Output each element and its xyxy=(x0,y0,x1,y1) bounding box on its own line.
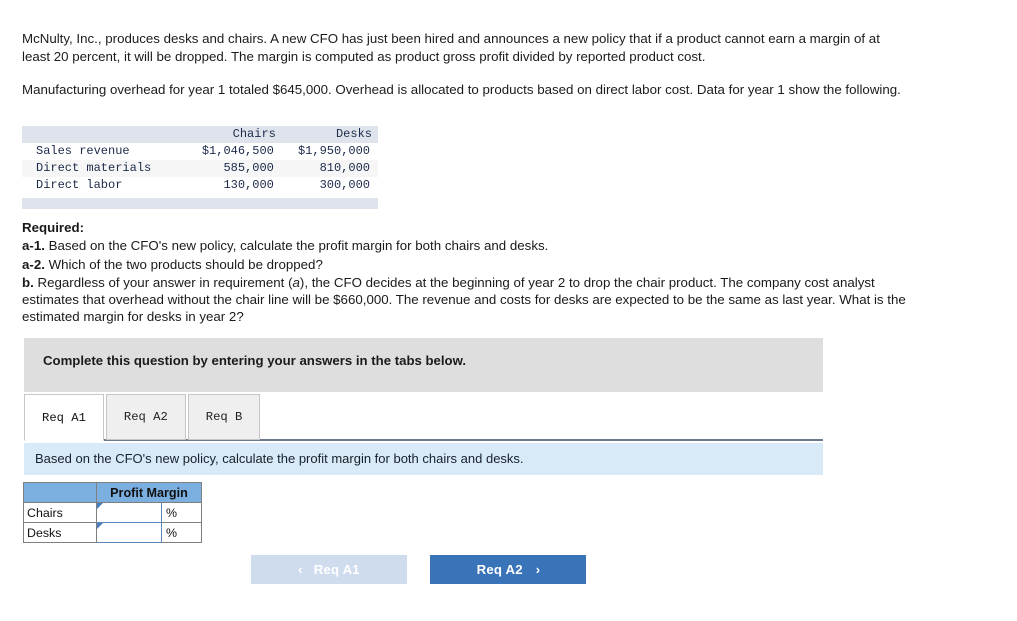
tab-strip: Req A1 Req A2 Req B xyxy=(24,394,262,441)
desks-percent-unit: % xyxy=(161,522,202,543)
requirement-b-text-part1: Regardless of your answer in requirement… xyxy=(33,274,293,290)
sub-instruction-text: Based on the CFO's new policy, calculate… xyxy=(35,451,524,466)
answer-table-body: Chairs % Desks % xyxy=(23,502,202,543)
problem-paragraph-2: Manufacturing overhead for year 1 totale… xyxy=(22,82,901,97)
data-table-head: Chairs Desks xyxy=(22,126,378,143)
data-row-chairs-direct-materials: 585,000 xyxy=(185,160,282,177)
answer-table-header-profit-margin: Profit Margin xyxy=(96,482,202,503)
data-row-label-sales-revenue: Sales revenue xyxy=(22,143,186,160)
data-table-header-chairs: Chairs xyxy=(185,126,282,143)
prev-req-a1-button[interactable]: ‹ Req A1 xyxy=(251,555,407,584)
requirement-a1: a-1. Based on the CFO's new policy, calc… xyxy=(22,237,907,254)
requirement-b-label: b. xyxy=(22,274,34,290)
requirement-a1-label: a-1. xyxy=(22,238,45,254)
data-table-header-row: Chairs Desks xyxy=(22,126,378,143)
data-row-desks-direct-labor: 300,000 xyxy=(281,177,378,194)
cell-marker-icon xyxy=(97,523,103,529)
desks-margin-input[interactable] xyxy=(97,523,161,542)
data-row-desks-sales-revenue: $1,950,000 xyxy=(281,143,378,160)
answer-table-header-row: Profit Margin xyxy=(23,482,202,503)
data-table-footer-bar xyxy=(22,198,378,209)
table-row: Direct labor 130,000 300,000 xyxy=(22,177,378,194)
desks-margin-cell[interactable] xyxy=(96,522,162,543)
tab-navigation: ‹ Req A1 Req A2 › xyxy=(251,555,587,584)
data-row-desks-direct-materials: 810,000 xyxy=(281,160,378,177)
data-row-chairs-direct-labor: 130,000 xyxy=(185,177,282,194)
data-table: Chairs Desks Sales revenue $1,046,500 $1… xyxy=(22,126,378,194)
requirement-a2-text: Which of the two products should be drop… xyxy=(44,256,323,272)
data-row-label-direct-materials: Direct materials xyxy=(22,160,186,177)
table-row: Direct materials 585,000 810,000 xyxy=(22,160,378,177)
chevron-left-icon: ‹ xyxy=(298,562,303,577)
answer-entry-area: Profit Margin Chairs % Desks % xyxy=(23,482,202,543)
data-table-header-desks: Desks xyxy=(281,126,378,143)
profit-margin-table: Profit Margin Chairs % Desks % xyxy=(23,482,202,543)
problem-paragraph-1: McNulty, Inc., produces desks and chairs… xyxy=(22,31,880,64)
tab-req-a2[interactable]: Req A2 xyxy=(105,394,186,440)
sub-instruction-banner: Based on the CFO's new policy, calculate… xyxy=(24,443,823,475)
chairs-margin-cell[interactable] xyxy=(96,502,162,523)
chairs-margin-input[interactable] xyxy=(97,503,161,522)
prev-button-label: Req A1 xyxy=(313,562,360,577)
year1-data-table: Chairs Desks Sales revenue $1,046,500 $1… xyxy=(22,126,378,209)
table-row: Chairs % xyxy=(23,502,202,523)
requirement-a1-text: Based on the CFO's new policy, calculate… xyxy=(44,238,549,254)
complete-question-banner: Complete this question by entering your … xyxy=(24,338,823,392)
tab-req-a1[interactable]: Req A1 xyxy=(24,394,104,441)
table-row: Desks % xyxy=(23,522,202,543)
next-req-a2-button[interactable]: Req A2 › xyxy=(430,555,587,584)
problem-statement: McNulty, Inc., produces desks and chairs… xyxy=(22,30,907,115)
requirement-tabs: Req A1 Req A2 Req B xyxy=(24,394,823,441)
complete-question-text: Complete this question by entering your … xyxy=(43,353,467,368)
table-row: Sales revenue $1,046,500 $1,950,000 xyxy=(22,143,378,160)
data-table-body: Sales revenue $1,046,500 $1,950,000 Dire… xyxy=(22,143,378,194)
chairs-percent-unit: % xyxy=(161,502,202,523)
cell-marker-icon xyxy=(97,503,103,509)
requirement-b-text-italic: a xyxy=(292,274,300,290)
requirement-a2: a-2. Which of the two products should be… xyxy=(22,256,907,273)
chevron-right-icon: › xyxy=(535,562,541,577)
data-row-label-direct-labor: Direct labor xyxy=(22,177,186,194)
data-row-chairs-sales-revenue: $1,046,500 xyxy=(185,143,282,160)
data-table-header-blank xyxy=(22,126,186,143)
requirement-a2-label: a-2. xyxy=(22,256,45,272)
requirement-b: b. Regardless of your answer in requirem… xyxy=(22,274,907,326)
required-section: Required: a-1. Based on the CFO's new po… xyxy=(22,219,907,327)
required-heading: Required: xyxy=(22,220,85,235)
next-button-label: Req A2 xyxy=(476,562,523,577)
answer-table-head: Profit Margin xyxy=(23,482,202,503)
answer-table-corner-cell xyxy=(23,482,97,503)
tab-req-b[interactable]: Req B xyxy=(187,394,261,440)
answer-row-label-desks: Desks xyxy=(23,522,97,543)
answer-row-label-chairs: Chairs xyxy=(23,502,97,523)
